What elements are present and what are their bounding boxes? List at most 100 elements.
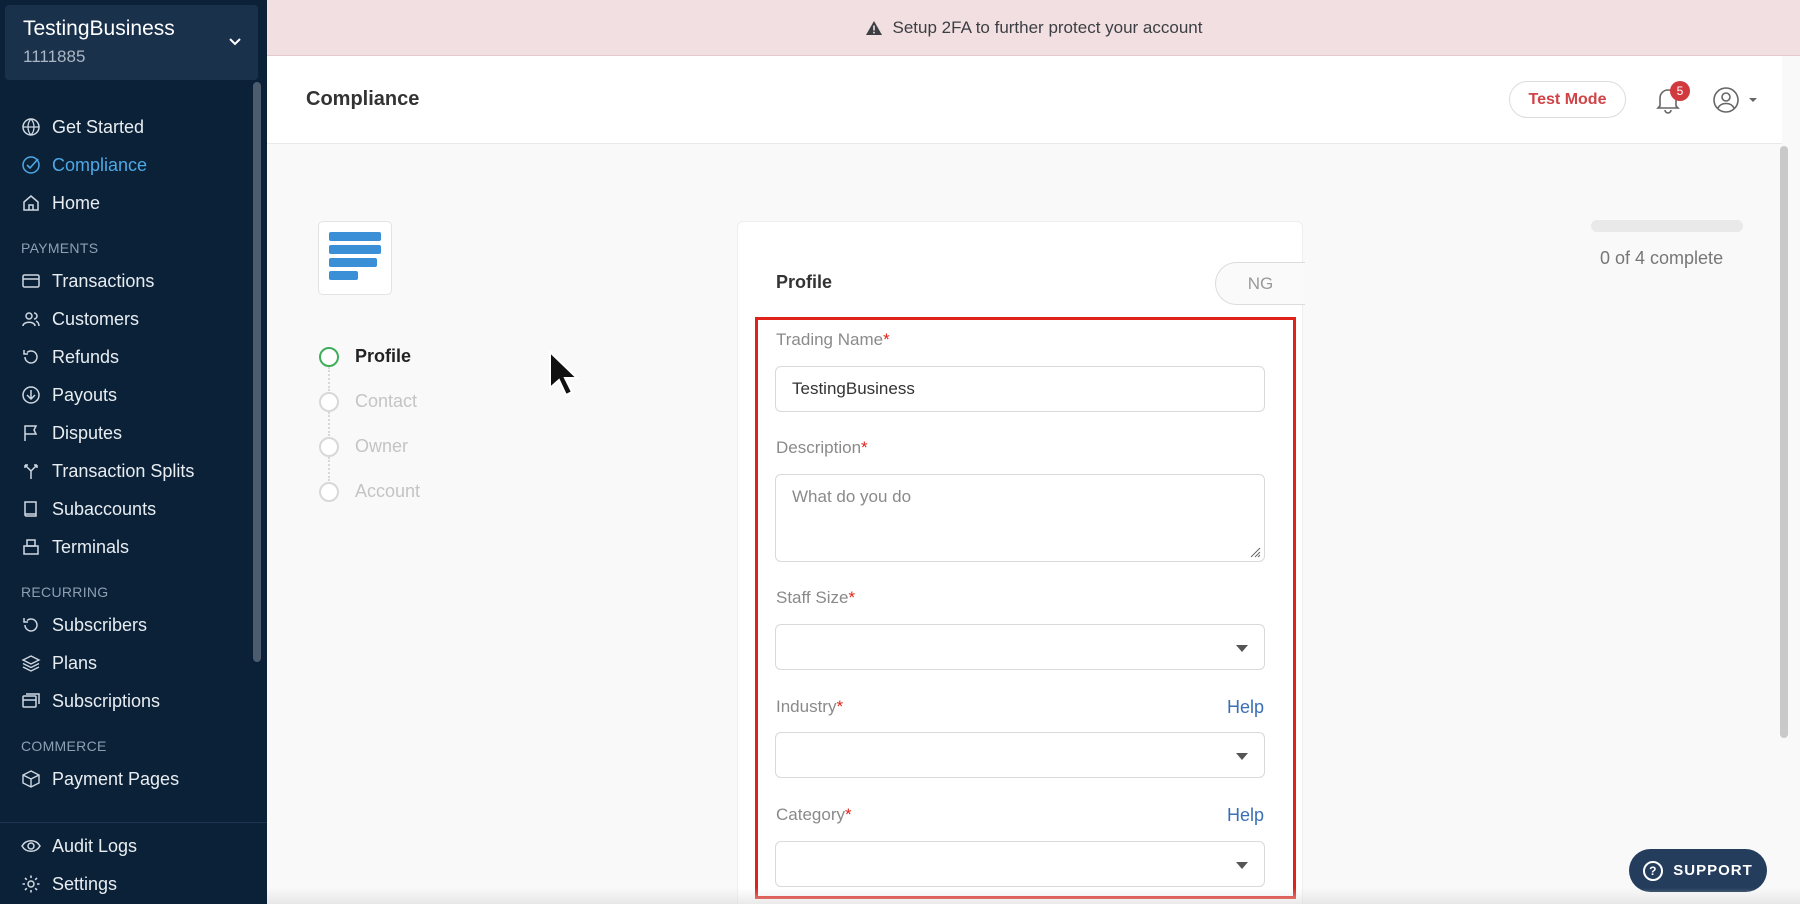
compliance-steps: Profile Contact Owner Account <box>319 334 420 514</box>
home-icon <box>20 192 42 214</box>
test-mode-button[interactable]: Test Mode <box>1509 81 1626 118</box>
sidebar-item-label: Plans <box>52 652 98 673</box>
payout-icon <box>20 384 42 406</box>
description-label: Description* <box>776 438 868 457</box>
step-contact[interactable]: Contact <box>319 379 420 424</box>
sidebar-item-label: Subscribers <box>52 614 148 635</box>
sidebar-item-label: Compliance <box>52 154 148 175</box>
banner-text: Setup 2FA to further protect your accoun… <box>892 17 1203 37</box>
business-name: TestingBusiness <box>23 17 175 40</box>
user-avatar-icon <box>1713 87 1739 113</box>
sidebar-item-label: Payouts <box>52 384 118 405</box>
step-profile[interactable]: Profile <box>319 334 420 379</box>
sidebar-item-refunds[interactable]: Refunds <box>0 338 250 376</box>
section-label-commerce: COMMERCE <box>21 738 107 754</box>
book-icon <box>20 498 42 520</box>
sidebar-item-terminals[interactable]: Terminals <box>0 528 250 566</box>
sidebar-item-compliance[interactable]: Compliance <box>0 146 250 184</box>
sidebar-item-subscribers[interactable]: Subscribers <box>0 606 250 644</box>
globe-icon <box>20 116 42 138</box>
layers-icon <box>20 652 42 674</box>
description-textarea[interactable]: What do you do <box>775 474 1265 562</box>
category-label: Category* <box>776 805 852 824</box>
step-account[interactable]: Account <box>319 469 420 514</box>
sidebar-item-customers[interactable]: Customers <box>0 300 250 338</box>
sidebar-item-settings[interactable]: Settings <box>0 865 267 903</box>
sidebar-item-label: Transaction Splits <box>52 460 195 481</box>
resize-grip-icon[interactable] <box>1249 546 1261 558</box>
trading-name-input[interactable] <box>775 366 1265 412</box>
industry-label: Industry* <box>776 697 844 716</box>
sidebar-item-label: Subscriptions <box>52 690 161 711</box>
card-icon <box>20 270 42 292</box>
trading-name-label: Trading Name* <box>776 330 890 349</box>
business-switcher[interactable]: TestingBusiness 1111885 <box>5 5 258 80</box>
warning-icon <box>865 20 882 35</box>
sidebar-item-label: Refunds <box>52 346 120 367</box>
support-button[interactable]: ? SUPPORT <box>1629 849 1767 892</box>
chevron-down-icon <box>229 38 241 46</box>
sidebar-item-label: Transactions <box>52 270 155 291</box>
sidebar-item-get-started[interactable]: Get Started <box>0 108 250 146</box>
caret-down-icon <box>1236 645 1248 652</box>
bottom-fade <box>267 888 1800 904</box>
page-scrollbar[interactable] <box>1780 146 1788 738</box>
sidebar-item-label: Terminals <box>52 536 130 557</box>
country-selector[interactable]: NG <box>1215 262 1305 305</box>
sidebar-item-payment-pages[interactable]: Payment Pages <box>0 760 250 798</box>
box-icon <box>20 768 42 790</box>
mouse-cursor-icon <box>549 350 580 397</box>
sidebar-item-plans[interactable]: Plans <box>0 644 250 682</box>
profile-form-card: Profile NG <box>737 221 1305 904</box>
progress-bar <box>1591 220 1743 232</box>
caret-down-icon <box>1749 98 1757 102</box>
step-circle-icon <box>319 346 339 367</box>
sidebar-scrollbar[interactable] <box>253 82 261 662</box>
terminal-icon <box>20 536 42 558</box>
page-header: Compliance Test Mode 5 <box>267 56 1782 144</box>
eye-icon <box>20 835 42 857</box>
sidebar-item-home[interactable]: Home <box>0 184 250 222</box>
step-circle-icon <box>319 481 339 502</box>
step-label: Contact <box>355 391 418 411</box>
industry-select[interactable] <box>775 732 1265 778</box>
category-select[interactable] <box>775 841 1265 887</box>
twofa-banner[interactable]: Setup 2FA to further protect your accoun… <box>267 0 1800 56</box>
sidebar-item-label: Get Started <box>52 116 145 137</box>
notification-badge: 5 <box>1670 81 1690 101</box>
refresh-icon <box>20 614 42 636</box>
sidebar-item-audit-logs[interactable]: Audit Logs <box>0 827 267 865</box>
sidebar-item-label: Audit Logs <box>52 835 138 856</box>
page-title: Compliance <box>306 88 420 110</box>
description-placeholder: What do you do <box>792 487 912 506</box>
refund-icon <box>20 346 42 368</box>
gear-icon <box>20 873 42 895</box>
sidebar-item-transaction-splits[interactable]: Transaction Splits <box>0 452 250 490</box>
step-owner[interactable]: Owner <box>319 424 420 469</box>
sidebar-item-label: Payment Pages <box>52 768 180 789</box>
sidebar-item-label: Disputes <box>52 422 123 443</box>
category-help-link[interactable]: Help <box>1227 805 1264 826</box>
sidebar-nav: Get Started Compliance Home PAYMENTS Tra… <box>0 108 250 798</box>
check-circle-icon <box>20 154 42 176</box>
sidebar-bottom-nav: Audit Logs Settings <box>0 822 267 904</box>
section-label-payments: PAYMENTS <box>21 240 99 256</box>
sidebar-item-label: Subaccounts <box>52 498 157 519</box>
subscriptions-icon <box>20 690 42 712</box>
users-icon <box>20 308 42 330</box>
staff-size-select[interactable] <box>775 624 1265 670</box>
progress-text: 0 of 4 complete <box>1600 248 1724 268</box>
sidebar-item-subscriptions[interactable]: Subscriptions <box>0 682 250 720</box>
sidebar-item-label: Settings <box>52 873 118 894</box>
section-label-recurring: RECURRING <box>21 584 109 600</box>
question-icon: ? <box>1643 860 1664 881</box>
business-logo <box>318 221 392 295</box>
sidebar-item-disputes[interactable]: Disputes <box>0 414 250 452</box>
sidebar-item-subaccounts[interactable]: Subaccounts <box>0 490 250 528</box>
user-menu[interactable] <box>1712 86 1760 114</box>
sidebar: TestingBusiness 1111885 Get Started Comp… <box>0 0 267 904</box>
sidebar-item-payouts[interactable]: Payouts <box>0 376 250 414</box>
step-label: Owner <box>355 436 409 456</box>
sidebar-item-transactions[interactable]: Transactions <box>0 262 250 300</box>
industry-help-link[interactable]: Help <box>1227 697 1264 718</box>
